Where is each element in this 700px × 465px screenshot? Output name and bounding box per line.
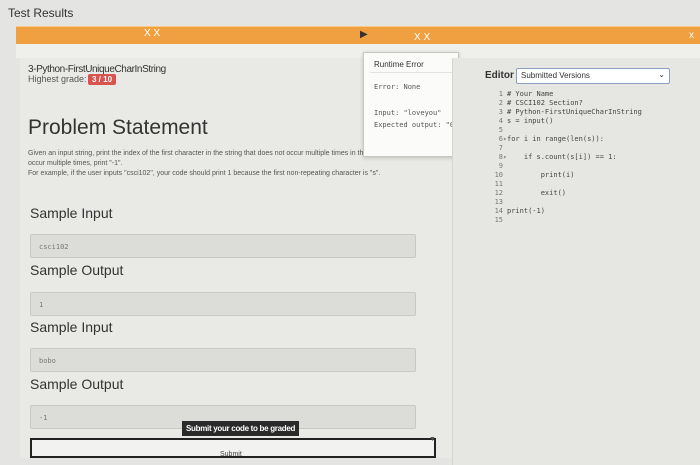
code-line: 10 print(i) xyxy=(489,171,642,180)
code-text: for i in range(len(s)): xyxy=(507,135,604,143)
editor-panel: Editor Submitted Versions ⌄ 1 # Your Name… xyxy=(452,58,700,465)
code-line: 11 xyxy=(489,180,642,189)
sample-output-title: Sample Output xyxy=(30,262,124,278)
line-number: 10 xyxy=(494,171,503,179)
line-number: 5 xyxy=(498,126,503,134)
problem-heading: Problem Statement xyxy=(28,116,208,139)
sample-input-title: Sample Input xyxy=(30,205,113,221)
line-number: 1 xyxy=(498,90,503,98)
code-line: 7 xyxy=(489,144,642,153)
fold-arrow-icon[interactable]: ▾ xyxy=(503,135,507,144)
version-select[interactable]: Submitted Versions ⌄ xyxy=(516,68,670,84)
line-number: 9 xyxy=(498,162,503,170)
code-line: 14 print(-1) xyxy=(489,207,642,216)
submit-graded-button[interactable]: Submit your code to be graded xyxy=(182,421,300,436)
sample-input-title: Sample Input xyxy=(30,319,113,335)
editor-label: Editor xyxy=(485,70,514,81)
top-progress-bar: X X ▶ X X x xyxy=(16,26,700,44)
popup-input-text: Input: "loveyou" xyxy=(374,109,442,117)
line-number: 13 xyxy=(494,198,503,206)
popup-expected-text: Expected output: "0" xyxy=(374,121,459,129)
code-text: # CSCI102 Section? xyxy=(507,99,583,107)
code-line: 9 xyxy=(489,162,642,171)
line-number: 12 xyxy=(494,189,503,197)
line-number: 14 xyxy=(494,207,503,215)
code-line: 5 xyxy=(489,126,642,135)
page-title: Test Results xyxy=(8,6,74,20)
sample-output-title: Sample Output xyxy=(30,376,124,392)
popup-divider xyxy=(370,72,452,73)
sample-output-box: 1 xyxy=(30,292,416,316)
grade-badge: 3 / 10 xyxy=(88,74,117,85)
code-text: # Python-FirstUniqueCharInString xyxy=(507,108,642,116)
code-text: s = input() xyxy=(507,117,554,125)
line-number: 11 xyxy=(494,180,503,188)
code-text: exit() xyxy=(507,189,567,197)
code-text: # Your Name xyxy=(507,90,554,98)
code-line: 3 # Python-FirstUniqueCharInString xyxy=(489,108,642,117)
runtime-error-popup: Runtime Error Error: None Input: "loveyo… xyxy=(363,52,459,157)
line-number: 8 xyxy=(498,153,503,161)
sample-input-box: bobo xyxy=(30,348,416,372)
line-number: 2 xyxy=(498,99,503,107)
code-line: 12 exit() xyxy=(489,189,642,198)
top-marker-right: X X xyxy=(414,32,431,43)
line-number: 15 xyxy=(494,216,503,224)
scroll-down-icon[interactable]: ▼ xyxy=(429,436,436,443)
code-editor[interactable]: 1 # Your Name 2 # CSCI102 Section? 3 # Pyth… xyxy=(489,90,642,225)
popup-error-text: Error: None xyxy=(374,83,421,91)
chevron-down-icon[interactable]: ⌄ xyxy=(658,70,665,79)
version-select-value: Submitted Versions xyxy=(521,71,590,80)
header-band xyxy=(16,44,700,58)
close-icon[interactable]: x xyxy=(689,30,694,41)
popup-title: Runtime Error xyxy=(374,60,424,69)
code-line: 4 s = input() xyxy=(489,117,642,126)
code-line: 1 # Your Name xyxy=(489,90,642,99)
code-line: 8 ▾ if s.count(s[i]) == 1: xyxy=(489,153,642,162)
top-marker-left: X X xyxy=(144,28,161,39)
code-line: 13 xyxy=(489,198,642,207)
fold-arrow-icon[interactable]: ▾ xyxy=(503,153,507,162)
line-number: 3 xyxy=(498,108,503,116)
code-line: 2 # CSCI102 Section? xyxy=(489,99,642,108)
grade-label: Highest grade: xyxy=(28,74,87,84)
code-text: if s.count(s[i]) == 1: xyxy=(507,153,617,161)
line-number: 4 xyxy=(498,117,503,125)
line-number: 7 xyxy=(498,144,503,152)
code-text: print(-1) xyxy=(507,207,545,215)
line-number: 6 xyxy=(498,135,503,143)
code-line: 15 xyxy=(489,216,642,225)
sample-input-box: csci102 xyxy=(30,234,416,258)
play-icon[interactable]: ▶ xyxy=(360,29,368,40)
code-text: print(i) xyxy=(507,171,575,179)
code-line: 6 ▾ for i in range(len(s)): xyxy=(489,135,642,144)
submit-label: Submit xyxy=(220,451,242,458)
problem-example: For example, if the user inputs "csci102… xyxy=(28,170,381,177)
